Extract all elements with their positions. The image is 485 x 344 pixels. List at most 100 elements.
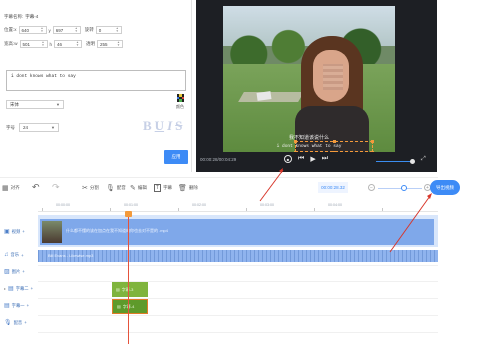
opacity-input[interactable]: 255 ▲ ▼ xyxy=(97,40,124,48)
ruler-tick xyxy=(382,208,383,211)
audio-clip[interactable]: Bill Evans - Likewise.mp3 xyxy=(38,250,438,262)
add-icon[interactable]: + xyxy=(31,286,34,291)
fullscreen-icon[interactable]: ⤢ xyxy=(421,156,426,163)
pos-y-value: 697 xyxy=(55,27,64,33)
ruler-label: 00:00:00 xyxy=(56,203,70,207)
subtitle-icon: ▤ xyxy=(117,304,121,309)
position-label: 位置:x xyxy=(4,27,17,32)
chevron-down-icon: ▼ xyxy=(56,102,60,107)
opacity-label: 透明 xyxy=(86,41,96,46)
track-divider xyxy=(38,315,438,316)
bold-button[interactable]: B xyxy=(143,118,152,134)
font-select[interactable]: 宋体 ▼ xyxy=(6,100,64,109)
pos-x-input[interactable]: 640 ▲ ▼ xyxy=(18,26,47,34)
time-ruler[interactable]: 00:00:00 00:01:00 00:02:00 00:03:00 00:0… xyxy=(38,202,438,212)
track-header-video[interactable]: ▣ 视频 + xyxy=(4,228,25,236)
audio-clip-name: Bill Evans - Likewise.mp3 xyxy=(48,253,94,258)
ruler-tick xyxy=(178,208,179,211)
size-h-input[interactable]: 46 ▲ ▼ xyxy=(54,40,83,48)
volume-slider[interactable] xyxy=(376,161,414,162)
track-label: 字幕二 xyxy=(15,285,29,291)
video-clip[interactable]: 什么都不懂的该在加点在我不知道的你也去对不是的 .mp4 xyxy=(40,219,434,245)
add-icon[interactable]: + xyxy=(27,303,30,308)
subtitle-clip[interactable]: ▤ 字幕-3 xyxy=(112,282,148,297)
playhead-line[interactable] xyxy=(128,213,129,344)
name-value: 字幕-4 xyxy=(25,14,39,19)
zoom-out-icon[interactable]: − xyxy=(368,184,375,191)
video-frame[interactable]: 我不知道该说什么 i dont knows what to say xyxy=(223,6,395,152)
align-button[interactable]: ▦ 対齐 xyxy=(2,184,20,192)
rotate-input[interactable]: 0 ▲ ▼ xyxy=(95,26,122,34)
grid-icon: ▦ xyxy=(2,185,9,192)
export-video-button[interactable]: 导出视频 xyxy=(430,180,460,195)
spin-arrows-icon[interactable]: ▲ ▼ xyxy=(42,41,45,47)
stop-icon[interactable]: ■ xyxy=(284,155,292,163)
subtitle-clip-selected[interactable]: ▤ 字幕-4 xyxy=(112,299,148,314)
position-row: 位置:x 640 ▲ ▼ y 697 ▲ ▼ 旋转 0 ▲ ▼ xyxy=(4,26,122,34)
delete-button[interactable]: 🗑 删除 xyxy=(178,184,198,192)
edit-button[interactable]: ✎ 编辑 xyxy=(130,184,147,192)
pos-y-label: y xyxy=(48,27,51,33)
add-icon[interactable]: + xyxy=(22,269,25,274)
apply-button[interactable]: 应用 xyxy=(164,150,188,164)
scissors-icon: ✂ xyxy=(82,185,88,192)
spin-arrows-icon[interactable]: ▲ ▼ xyxy=(117,41,120,47)
add-icon[interactable]: + xyxy=(24,320,27,325)
text-style-buttons: B U I S xyxy=(143,118,182,134)
pos-y-input[interactable]: 697 ▲ ▼ xyxy=(52,26,81,34)
mic-icon: 🎙 xyxy=(106,185,115,192)
ruler-tick xyxy=(110,208,111,211)
trash-icon: 🗑 xyxy=(178,185,187,192)
zoom-knob[interactable] xyxy=(401,185,407,191)
subtitle-label: 字幕 xyxy=(163,185,173,190)
resize-handle[interactable] xyxy=(333,151,336,152)
track-header-dub[interactable]: 🎙 配音 + xyxy=(4,319,27,327)
next-frame-icon[interactable]: ⏭ xyxy=(322,155,328,163)
redo-button[interactable]: ↷ xyxy=(52,182,60,193)
play-icon[interactable]: ▶ xyxy=(310,155,315,163)
size-h-label: h xyxy=(49,41,53,47)
underline-button[interactable]: U xyxy=(155,118,164,134)
color-picker-icon[interactable] xyxy=(177,94,184,102)
pos-x-value: 640 xyxy=(21,27,30,33)
size-w-input[interactable]: 501 ▲ ▼ xyxy=(19,40,48,48)
subtitle-chinese: 我不知道该说什么 xyxy=(288,135,329,141)
audio-waveform xyxy=(38,250,438,262)
resize-handle[interactable] xyxy=(371,151,374,152)
track-header-subtitle-2[interactable]: ▸ ▤ 字幕二 + xyxy=(4,285,34,293)
track-header-image[interactable]: ▨ 图片 + xyxy=(4,268,25,276)
strikethrough-button[interactable]: S xyxy=(175,118,182,134)
track-label: 字幕一 xyxy=(11,302,25,308)
subtitle-text-input[interactable]: i dont knows what to say xyxy=(6,70,186,91)
track-divider xyxy=(38,298,438,299)
split-button[interactable]: ✂ 分割 xyxy=(82,184,99,192)
opacity-value: 255 xyxy=(100,41,108,47)
track-header-music[interactable]: ♫ 音乐 + xyxy=(4,252,24,258)
undo-button[interactable]: ↶ xyxy=(32,182,40,193)
ruler-tick xyxy=(246,208,247,211)
size-w-value: 501 xyxy=(22,41,31,47)
add-icon[interactable]: + xyxy=(21,253,24,258)
italic-button[interactable]: I xyxy=(167,118,172,134)
size-h-value: 46 xyxy=(57,41,63,47)
resize-handle[interactable] xyxy=(294,151,297,152)
spin-arrows-icon[interactable]: ▲ ▼ xyxy=(75,27,78,33)
previous-frame-icon[interactable]: ⏮ xyxy=(298,155,304,163)
color-label: 颜色 xyxy=(176,104,184,109)
subtitle-button[interactable]: T 字幕 xyxy=(154,184,172,192)
volume-knob[interactable] xyxy=(410,159,415,164)
rotate-value: 0 xyxy=(98,27,102,33)
dub-button[interactable]: 🎙 配音 xyxy=(106,184,126,192)
zoom-slider[interactable] xyxy=(378,188,422,189)
undo-icon: ↶ xyxy=(32,182,40,192)
add-icon[interactable]: + xyxy=(22,229,25,234)
music-icon: ♫ xyxy=(4,252,9,258)
track-header-subtitle-1[interactable]: ▤ 字幕一 + xyxy=(4,302,30,310)
subtitle-icon: ▤ xyxy=(4,303,10,309)
spin-arrows-icon[interactable]: ▲ ▼ xyxy=(116,27,119,33)
spin-arrows-icon[interactable]: ▲ ▼ xyxy=(41,27,44,33)
playhead-handle[interactable] xyxy=(125,211,132,217)
fontsize-select[interactable]: 24 ▼ xyxy=(19,123,59,132)
spin-arrows-icon[interactable]: ▲ ▼ xyxy=(76,41,79,47)
collapse-arrow-icon[interactable]: ▸ xyxy=(4,286,6,291)
